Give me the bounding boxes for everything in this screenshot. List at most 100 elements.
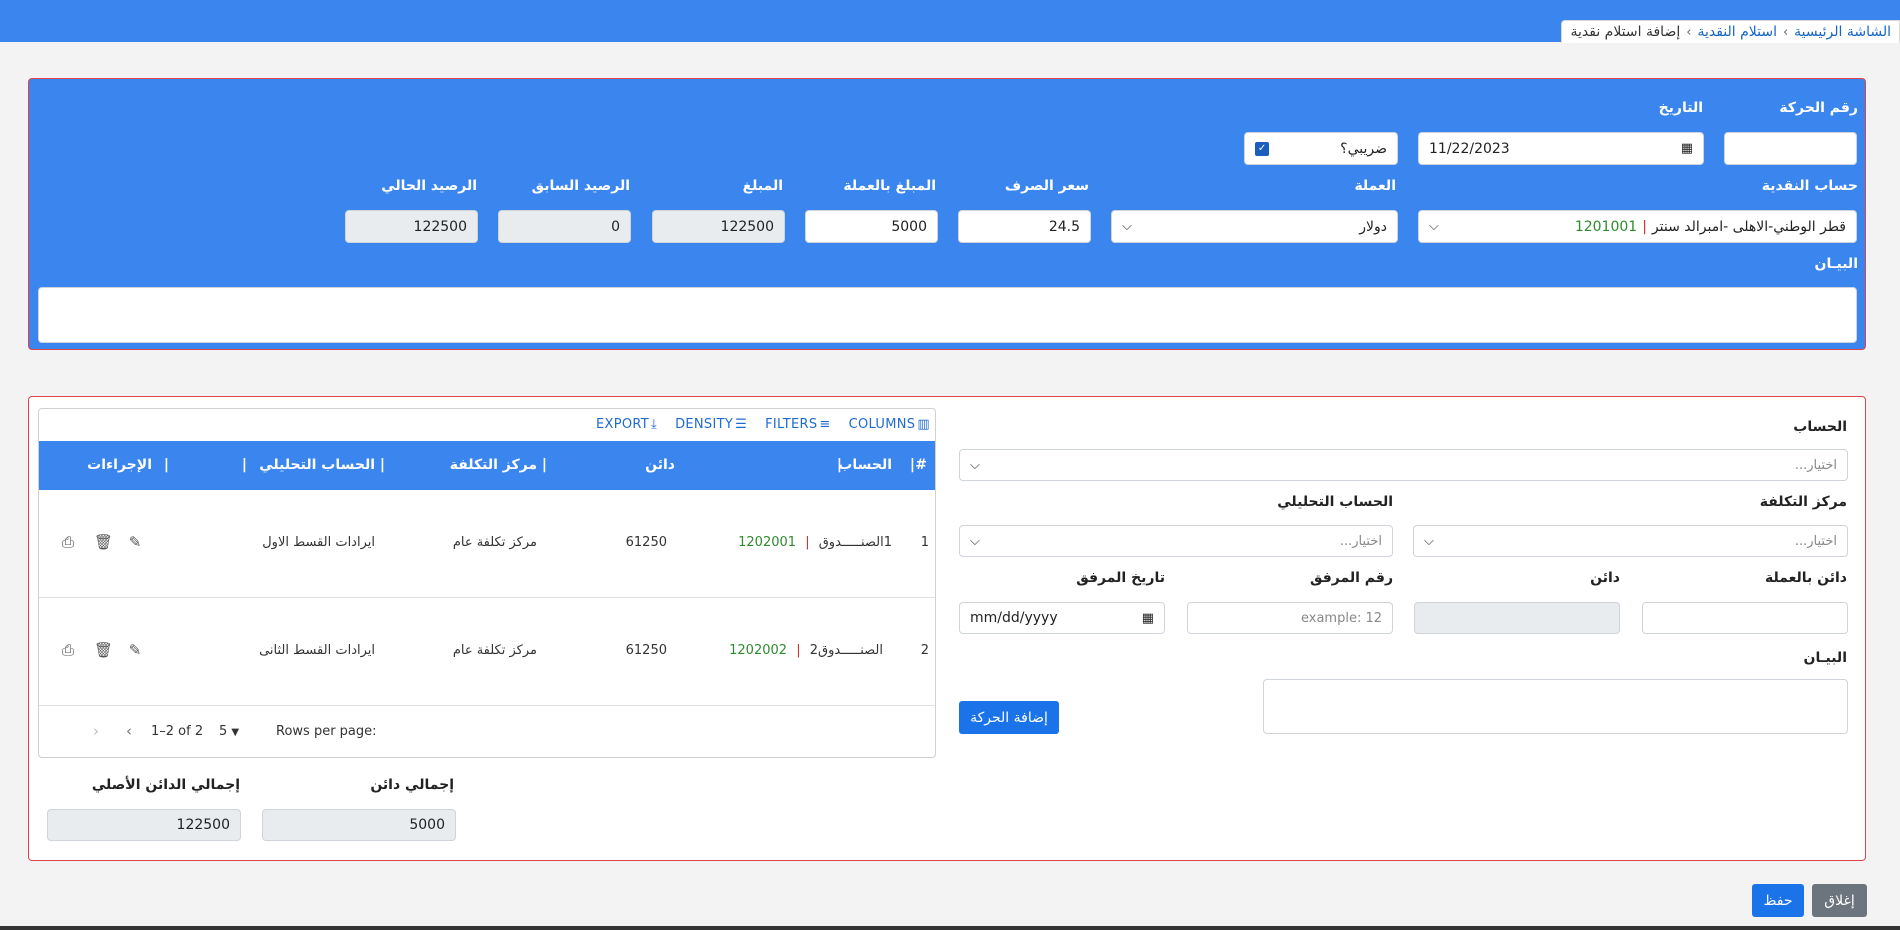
chevron-left-icon: › <box>1782 24 1789 40</box>
separator: | <box>805 535 810 550</box>
entries-grid: EXPORT ⤓ DENSITY ☰ FILTERS ≡ COLUMNS ▥ # | ا… <box>38 408 936 758</box>
separator: | <box>796 643 801 658</box>
row-cost-center: مركز تكلفة عام <box>452 643 537 658</box>
chevron-down-icon: ⌵ <box>1429 219 1439 234</box>
density-icon: ☰ <box>735 417 748 432</box>
chevron-down-icon: ⌵ <box>1122 219 1132 234</box>
col-analytic-header[interactable]: الحساب التحليلي <box>259 457 375 473</box>
row-account-name: الصنـــــدوق2 <box>809 643 883 658</box>
date-label: التاريخ <box>1658 100 1703 116</box>
date-value: 11/22/2023 <box>1429 140 1510 157</box>
print-icon[interactable]: ⎙ <box>60 642 76 658</box>
prev-balance-label: الرصيد السابق <box>531 178 630 194</box>
exchange-rate-input[interactable]: 24.5 <box>958 210 1091 243</box>
exchange-rate-label: سعر الصرف <box>1004 178 1089 194</box>
attachment-date-label: تاريخ المرفق <box>1076 570 1165 586</box>
columns-label: COLUMNS <box>848 417 916 432</box>
row-credit: 61250 <box>625 535 667 550</box>
cash-account-select[interactable]: قطر الوطني-الاهلى -امبرالد سنتر | 120100… <box>1418 210 1857 243</box>
edit-icon[interactable]: ✎ <box>127 642 143 658</box>
edit-icon[interactable]: ✎ <box>127 534 143 550</box>
credit-currency-input[interactable] <box>1642 602 1848 634</box>
columns-button[interactable]: COLUMNS ▥ <box>849 417 930 432</box>
header-description-textarea[interactable] <box>38 287 1857 343</box>
breadcrumb-home-link[interactable]: الشاشة الرئيسية <box>1794 24 1891 40</box>
export-label: EXPORT <box>596 417 650 432</box>
chevron-down-icon: ⌵ <box>1424 533 1434 549</box>
col-separator: | <box>163 457 169 473</box>
filters-label: FILTERS <box>765 417 818 432</box>
tax-checkbox-field[interactable]: ضريبي؟ ✓ <box>1244 132 1398 165</box>
grid-toolbar: EXPORT ⤓ DENSITY ☰ FILTERS ≡ COLUMNS ▥ <box>596 417 930 432</box>
close-button[interactable]: إغلاق <box>1812 884 1867 917</box>
total-credit-label: إجمالي دائن <box>370 777 454 793</box>
caret-down-icon: ▼ <box>231 727 240 738</box>
row-analytic: ايرادات القسط الاول <box>262 535 375 550</box>
line-description-label: البيـان <box>1803 650 1847 666</box>
density-button[interactable]: DENSITY ☰ <box>675 417 747 432</box>
col-index-header[interactable]: # <box>915 457 927 473</box>
print-icon[interactable]: ⎙ <box>60 534 76 550</box>
table-row[interactable]: 1 1الصنـــــدوق | 1202001 61250 مركز تكل… <box>39 490 935 598</box>
calendar-icon[interactable]: ▦ <box>1681 141 1693 156</box>
cash-account-label: حساب النقدية <box>1761 178 1858 194</box>
attachment-no-input[interactable]: example: 12 <box>1187 602 1393 634</box>
rows-per-page-value: 5 <box>219 724 228 739</box>
currency-select[interactable]: دولار ⌵ <box>1111 210 1398 243</box>
cost-center-placeholder: اختيار... <box>1794 533 1837 549</box>
account-select[interactable]: اختيار... ⌵ <box>959 449 1848 481</box>
grid-header-row: # | الحساب | دائن | مركز التكلفة | الحسا… <box>39 441 935 490</box>
row-account: الصنـــــدوق2 | 1202002 <box>729 643 883 658</box>
date-input[interactable]: 11/22/2023 ▦ <box>1418 132 1704 165</box>
total-credit-field: 5000 <box>262 809 456 841</box>
credit-currency-label: دائن بالعملة <box>1765 570 1847 586</box>
rows-per-page-label: Rows per page: <box>276 724 377 739</box>
save-button[interactable]: حفظ <box>1752 884 1804 917</box>
delete-icon[interactable]: 🗑 <box>94 534 113 550</box>
attachment-no-placeholder: example: 12 <box>1300 610 1382 626</box>
table-row[interactable]: 2 الصنـــــدوق2 | 1202002 61250 مركز تكل… <box>39 598 935 706</box>
col-credit-header[interactable]: دائن <box>645 457 675 473</box>
credit-field <box>1414 602 1620 634</box>
attachment-date-placeholder: mm/dd/yyyy <box>970 610 1058 626</box>
analytic-account-select[interactable]: اختيار... ⌵ <box>959 525 1393 557</box>
calendar-icon[interactable]: ▦ <box>1142 611 1154 626</box>
col-account-header[interactable]: الحساب <box>838 457 892 473</box>
row-account-code: 1202002 <box>729 643 788 658</box>
download-icon: ⤓ <box>651 417 658 432</box>
currency-label: العملة <box>1354 178 1396 194</box>
tax-checkbox[interactable]: ✓ <box>1255 141 1269 156</box>
movement-no-input[interactable] <box>1724 132 1857 165</box>
analytic-account-label: الحساب التحليلي <box>1277 494 1393 510</box>
add-movement-button[interactable]: إضافة الحركة <box>959 701 1059 734</box>
col-separator: | <box>909 457 915 473</box>
columns-icon: ▥ <box>917 417 930 432</box>
cost-center-select[interactable]: اختيار... ⌵ <box>1413 525 1848 557</box>
breadcrumb-section-link[interactable]: استلام النقدية <box>1697 24 1777 40</box>
row-account-name: 1الصنـــــدوق <box>818 535 892 550</box>
attachment-no-label: رقم المرفق <box>1309 570 1393 586</box>
col-separator: | <box>241 457 247 473</box>
breadcrumb: الشاشة الرئيسية › استلام النقدية › إضافة… <box>1561 20 1900 43</box>
prev-page-icon[interactable]: ‹ <box>126 722 132 740</box>
separator: | <box>1642 218 1647 235</box>
current-balance-label: الرصيد الحالي <box>381 178 477 194</box>
amount-currency-label: المبلغ بالعملة <box>843 178 936 194</box>
total-original-label: إجمالي الدائن الأصلي <box>91 777 240 793</box>
filters-button[interactable]: FILTERS ≡ <box>765 417 831 432</box>
attachment-date-input[interactable]: mm/dd/yyyy ▦ <box>959 602 1165 634</box>
col-separator: | <box>379 457 385 473</box>
export-button[interactable]: EXPORT ⤓ <box>596 417 657 432</box>
amount-currency-input[interactable]: 5000 <box>805 210 938 243</box>
bottom-edge <box>0 926 1900 930</box>
movement-no-label: رقم الحركة <box>1779 100 1858 116</box>
row-index: 2 <box>920 643 929 658</box>
next-page-icon[interactable]: › <box>93 722 99 740</box>
col-cost-center-header[interactable]: مركز التكلفة <box>450 457 537 473</box>
rows-per-page-select[interactable]: 5 ▼ <box>219 724 239 739</box>
delete-icon[interactable]: 🗑 <box>94 642 113 658</box>
line-description-textarea[interactable] <box>1263 679 1848 734</box>
account-placeholder: اختيار... <box>1794 457 1837 473</box>
analytic-account-placeholder: اختيار... <box>1339 533 1382 549</box>
col-separator: | <box>836 457 842 473</box>
